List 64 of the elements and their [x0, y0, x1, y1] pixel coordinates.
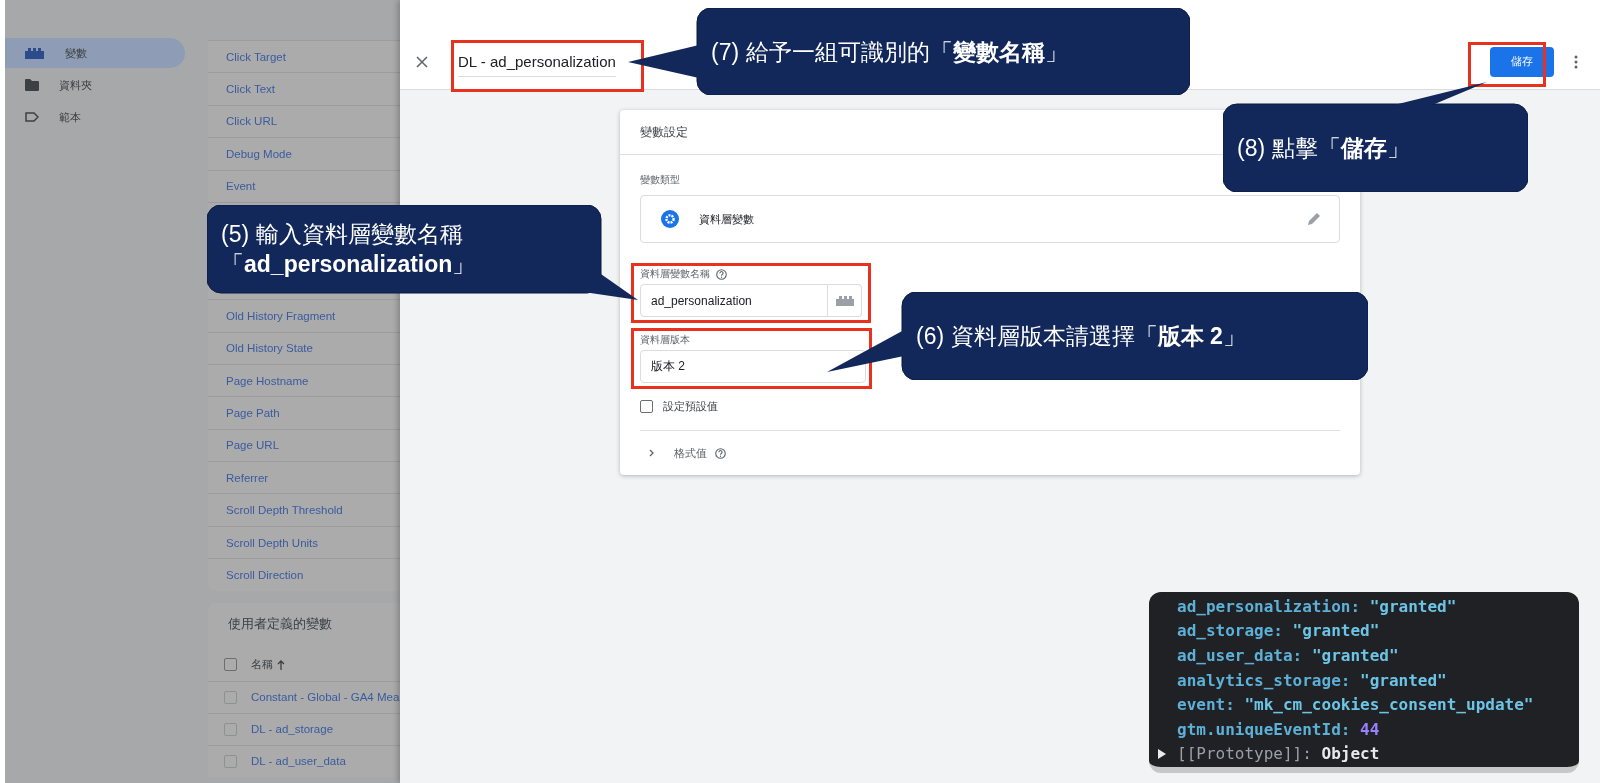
checkbox[interactable] [224, 722, 237, 736]
callout-text: (7) 給予一組可識別的「變數名稱」 [711, 37, 1068, 67]
pencil-icon[interactable] [1307, 212, 1321, 226]
field-label: 變數類型 [640, 173, 680, 187]
chevron-icon[interactable] [648, 449, 656, 457]
console-line: event: "mk_cm_cookies_consent_update" [1176, 695, 1534, 715]
folder-icon [25, 79, 39, 91]
save-button[interactable]: 儲存 [1490, 46, 1554, 77]
card-title: 變數設定 [640, 123, 688, 141]
checkbox[interactable] [640, 400, 653, 413]
variable-link[interactable]: Old History Fragment [226, 309, 336, 322]
sort-arrow-icon[interactable] [277, 659, 285, 670]
input-field[interactable]: ad_personalization [640, 284, 828, 317]
help-icon[interactable] [716, 268, 727, 280]
console-line: ad_personalization: "granted" [1176, 596, 1457, 616]
gear-icon [661, 210, 679, 228]
field-label: 資料層變數名稱 [640, 267, 710, 281]
console-line: ad_user_data: "granted" [1176, 646, 1399, 665]
blocks-icon [835, 295, 854, 306]
variable-link[interactable]: Event [226, 180, 256, 193]
callout-text: (5) 輸入資料層變數名稱 [221, 220, 463, 249]
console-line: analytics_storage: "granted" [1176, 670, 1447, 690]
close-icon[interactable] [416, 55, 428, 68]
variable-link[interactable]: Debug Mode [226, 147, 292, 160]
variable-link[interactable]: Page Hostname [226, 374, 309, 387]
more-options-icon[interactable] [1574, 54, 1578, 69]
callout-text: 「ad_personalization」 [221, 250, 476, 279]
variable-name-field[interactable]: DL - ad_personalization [458, 52, 616, 77]
variable-link[interactable]: Click Target [226, 50, 286, 63]
label-icon [25, 112, 39, 122]
console-line: [[Prototype]]: Object [1176, 744, 1380, 764]
column-header[interactable]: 名稱 [251, 657, 273, 673]
variable-link[interactable]: Scroll Depth Units [226, 536, 319, 549]
sidebar-item[interactable]: 範本 [5, 102, 185, 132]
console-line: gtm.uniqueEventId: 44 [1176, 719, 1380, 739]
checkbox-label: 設定預設值 [663, 399, 718, 414]
variable-link[interactable]: Constant - Global - GA4 Mea [251, 691, 400, 704]
variable-picker-button[interactable] [828, 284, 862, 317]
variable-link[interactable]: Click URL [226, 115, 278, 128]
checkbox[interactable] [224, 658, 237, 672]
section-title: 使用者定義的變數 [227, 614, 333, 633]
variable-link[interactable]: Scroll Depth Threshold [226, 504, 343, 517]
variable-link[interactable]: Referrer [226, 471, 269, 484]
checkbox[interactable] [224, 690, 237, 704]
version-select[interactable]: 版本 2 [640, 350, 866, 383]
checkbox[interactable] [224, 754, 237, 768]
variable-link[interactable]: DL - ad_user_data [251, 755, 346, 768]
section-toggle[interactable]: 格式值 [674, 445, 707, 461]
sidebar-item[interactable]: 資料夾 [5, 70, 185, 100]
field-label: 資料層版本 [640, 333, 690, 347]
variable-link[interactable]: Scroll Direction [226, 568, 304, 581]
sidebar-item[interactable]: 變數 [5, 38, 185, 68]
console-line: ad_storage: "granted" [1176, 621, 1380, 641]
callout-text: (6) 資料層版本請選擇「版本 2」 [916, 322, 1246, 351]
blocks-icon [25, 47, 45, 59]
expand-triangle-icon[interactable] [1157, 748, 1167, 759]
variable-link[interactable]: DL - ad_storage [251, 723, 334, 736]
variable-type-selector[interactable]: 資料層變數 [640, 195, 1340, 243]
variable-link[interactable]: Old History State [226, 342, 313, 355]
variable-link[interactable]: Click Text [226, 83, 275, 96]
callout-text: (8) 點擊「儲存」 [1237, 134, 1410, 163]
variable-link[interactable]: Page Path [226, 407, 280, 419]
help-icon[interactable] [715, 447, 726, 459]
variable-link[interactable]: Page URL [226, 439, 280, 452]
